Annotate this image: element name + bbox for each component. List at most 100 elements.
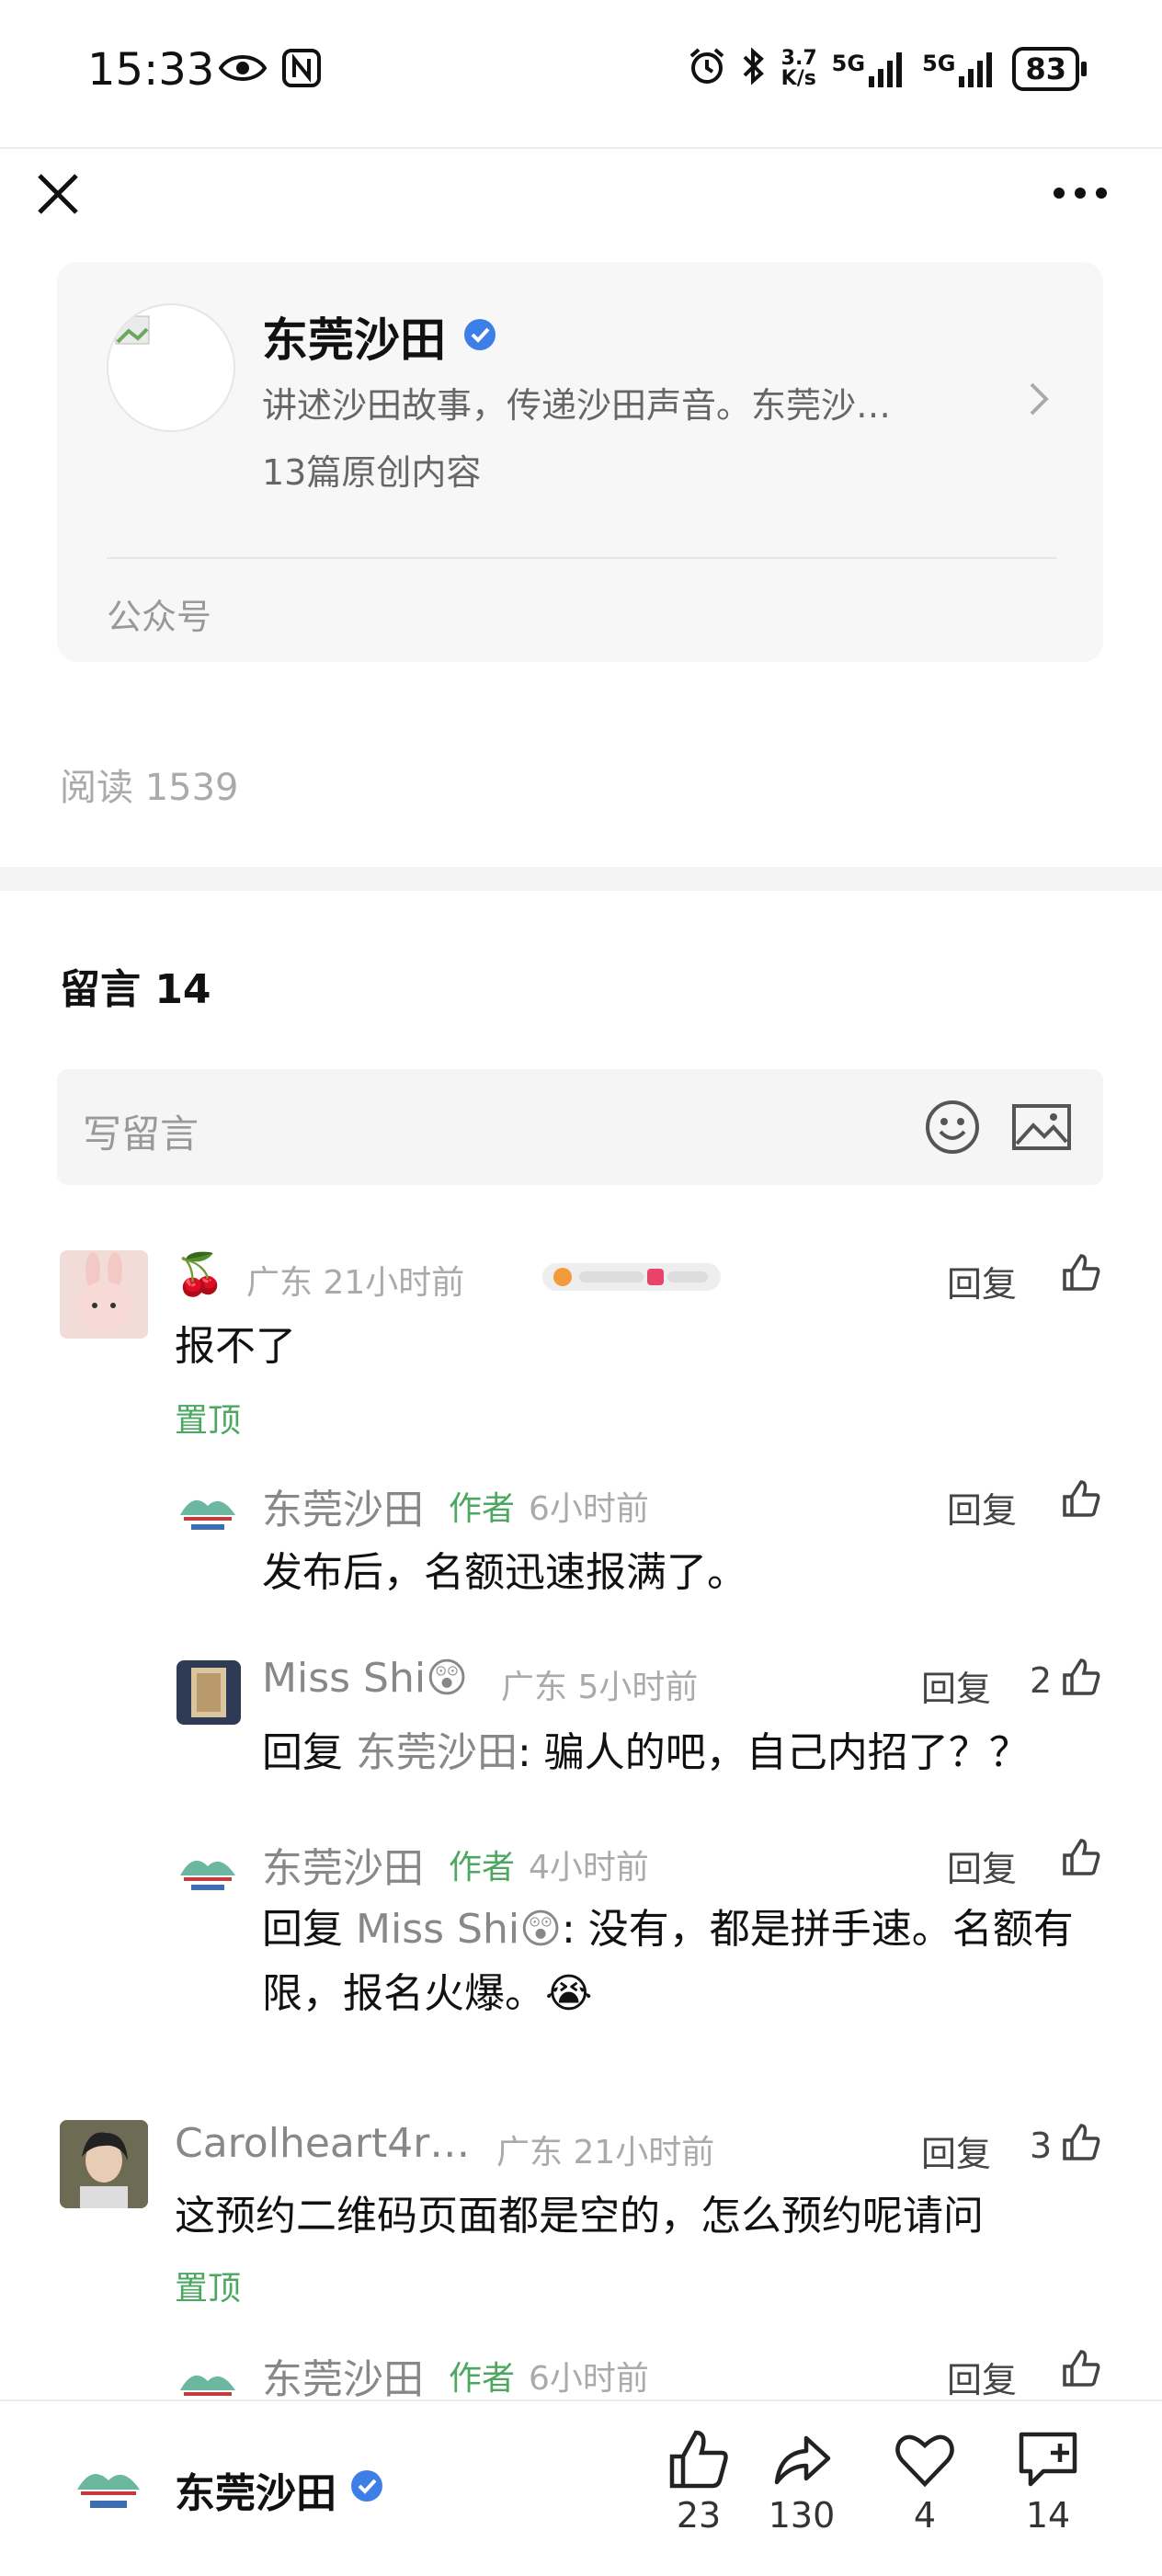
reply-target[interactable]: 东莞沙田 [356,1729,518,1776]
signal-2: 5G [922,51,997,87]
author-avatar[interactable] [175,1839,241,1905]
reply-user-name[interactable]: 东莞沙田 [262,2346,424,2405]
author-avatar[interactable] [175,1478,241,1544]
author-tag: 作者 [449,2360,516,2398]
reply-location-time: 广东 5小时前 [501,1669,699,1706]
portrait-avatar-icon [60,2120,148,2208]
account-name-text: 东莞沙田 [262,313,446,367]
thumbs-up-icon[interactable] [1061,2348,1101,2392]
reply-button[interactable]: 回复 [947,1482,1017,1533]
commenter-name[interactable]: 🍒 [175,1250,225,1298]
nav-divider [0,147,1162,149]
bottom-account-name[interactable]: 东莞沙田 [175,2460,384,2519]
chevron-right-icon[interactable] [1028,381,1050,427]
reply-user-name[interactable]: 东莞沙田 [262,1835,424,1894]
write-comment-placeholder[interactable]: 写留言 [83,1103,199,1159]
comment-count: 14 [1025,2495,1071,2536]
net-speed-value: 3.7 [780,47,817,70]
logo-icon [180,1499,235,1530]
commenter-avatar[interactable] [60,2120,148,2208]
read-count: 阅读 1539 [60,767,239,809]
eye-icon [218,51,268,88]
card-divider [107,557,1056,559]
reply-avatar[interactable] [177,1660,241,1725]
sim1-label: 5G [831,51,866,76]
pinned-label: 置顶 [175,1402,242,1440]
thumbs-up-icon[interactable] [1061,2122,1101,2166]
verified-icon [349,2467,384,2513]
reply-user-name[interactable]: 东莞沙田 [262,1476,424,1535]
image-icon[interactable] [1011,1103,1072,1151]
reply-time: 6小时前 [529,1490,649,1528]
comment-badge [542,1263,721,1291]
reply-time: 6小时前 [529,2360,649,2398]
signal-bars-icon [959,52,993,87]
thumbs-up-icon[interactable] [1061,1478,1101,1522]
reply-button[interactable]: 回复 [947,2352,1017,2402]
thumbs-up-icon [669,2430,728,2489]
reply-user-name[interactable]: Miss Shi😲 [262,1655,468,1702]
share-icon [774,2435,831,2485]
close-icon[interactable] [35,171,81,221]
like-count: 2 [1030,1660,1053,1701]
reply-button[interactable]: 回复 [921,1660,991,1711]
thumbs-up-icon[interactable] [1061,1252,1101,1296]
thumbs-up-icon[interactable] [1061,1837,1101,1881]
reply-prefix: 回复 [262,1729,343,1776]
emoji-icon[interactable] [924,1099,981,1156]
share-button[interactable]: 130 [746,2427,857,2536]
bunny-avatar-icon [76,1252,131,1333]
commenter-avatar[interactable] [60,1250,148,1339]
status-time: 15:33 [87,44,215,96]
nfc-icon [281,48,322,92]
net-speed-unit: K/s [780,67,816,90]
author-avatar[interactable] [175,2354,241,2399]
reply-target[interactable]: Miss Shi😲 [356,1906,562,1953]
comment-location-time: 广东 21小时前 [496,2134,715,2171]
comment-button[interactable]: 14 [993,2427,1103,2536]
account-name[interactable]: 东莞沙田 [262,303,497,370]
pinned-label: 置顶 [175,2270,242,2308]
status-icons: 3.7 K/s 5G 5G 83 [688,46,1087,92]
account-logo[interactable] [72,2455,145,2519]
battery-indicator: 83 [1012,47,1087,91]
more-icon[interactable] [1052,184,1109,206]
reply-button[interactable]: 回复 [947,1256,1017,1306]
like-count: 23 [676,2495,722,2536]
like-article-button[interactable]: 23 [644,2427,754,2536]
commenter-name[interactable]: Carolheart4r… [175,2120,470,2167]
thumbs-up-icon[interactable] [1061,1657,1101,1701]
favorite-button[interactable]: 4 [870,2427,980,2536]
account-type-label: 公众号 [107,597,212,637]
favorite-count: 4 [913,2495,937,2536]
reply-button[interactable]: 回复 [947,1841,1017,1891]
reply-prefix: 回复 [262,1906,343,1953]
alarm-icon [688,47,726,91]
reply-text: 回复 东莞沙田: 骗人的吧，自己内招了？？ [262,1721,1030,1785]
section-separator [0,867,1162,891]
signal-1: 5G [832,51,907,87]
share-count: 130 [768,2495,836,2536]
comment-add-icon [1019,2432,1077,2487]
reply-time: 4小时前 [529,1849,649,1886]
original-count: 13篇原创内容 [262,452,482,493]
sim2-label: 5G [922,51,956,76]
broken-image-icon [115,315,150,345]
verified-icon [462,310,497,363]
heart-icon [895,2434,954,2488]
bottom-account-name-text: 东莞沙田 [175,2470,336,2517]
comment-location-time: 广东 21小时前 [246,1264,465,1302]
logo-icon [180,2375,235,2396]
account-description: 讲述沙田故事，传递沙田声音。东莞沙… [262,385,892,426]
reply-button[interactable]: 回复 [921,2126,991,2176]
comment-text: 报不了 [175,1323,296,1370]
logo-icon [180,1860,235,1890]
comments-title: 留言 14 [60,966,211,1013]
author-tag: 作者 [449,1849,516,1886]
account-avatar[interactable] [107,303,235,432]
reply-text: 回复 Miss Shi😲: 没有，都是拼手速。名额有限，报名火爆。😭 [262,1898,1099,2026]
author-tag: 作者 [449,1490,516,1528]
book-avatar-icon [191,1668,226,1717]
signal-bars-icon [869,52,903,87]
comment-text: 这预约二维码页面都是空的，怎么预约呢请问 [175,2193,984,2240]
